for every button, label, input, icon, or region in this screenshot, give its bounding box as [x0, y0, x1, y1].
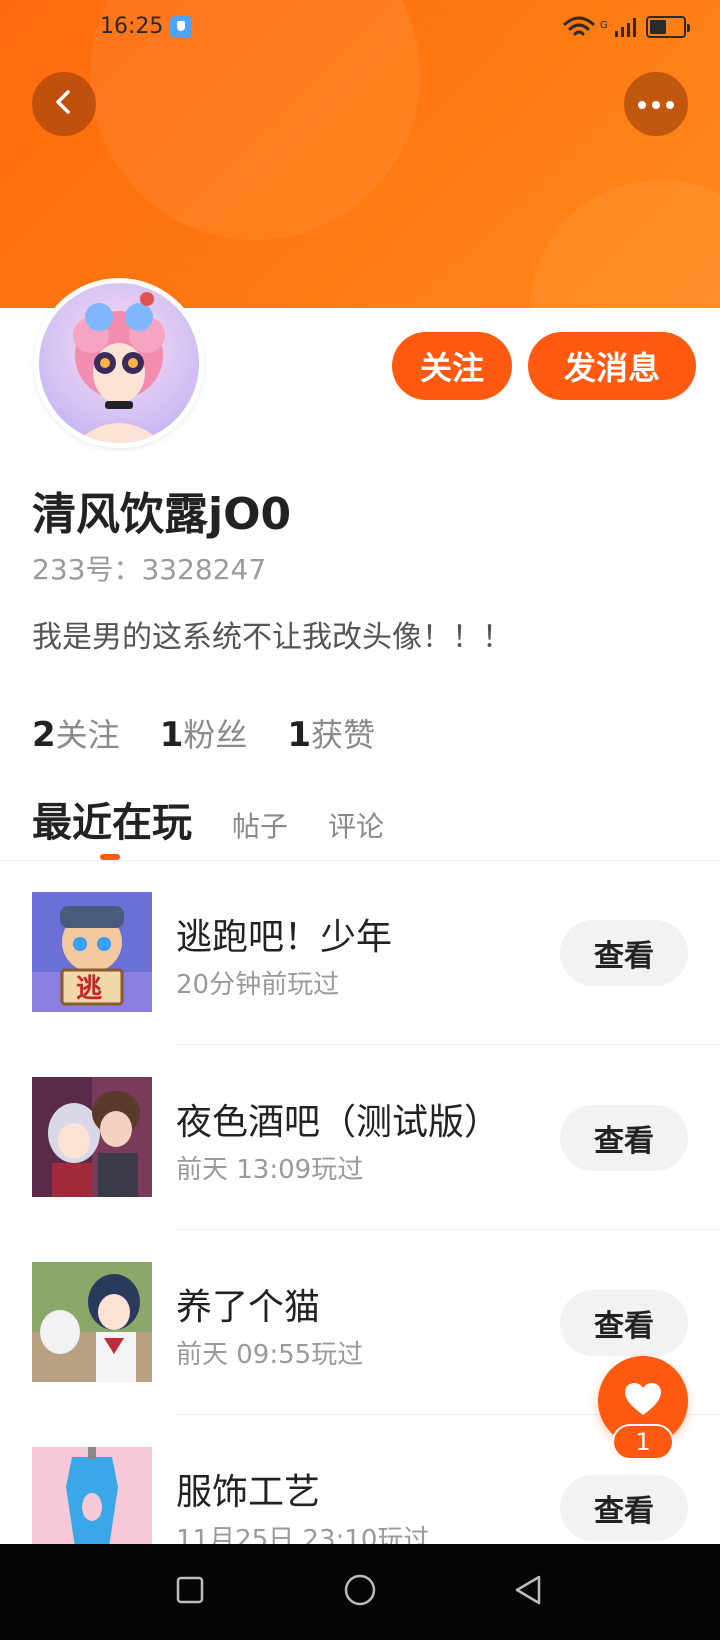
banner-decoration [530, 180, 720, 308]
stat-likes-label: 获赞 [311, 716, 376, 754]
more-dots-icon [636, 95, 676, 114]
follow-button[interactable]: 关注 [392, 332, 512, 400]
profile-stats: 2 关注 1 粉丝 1 获赞 [32, 710, 375, 756]
home-circle-icon [343, 1573, 377, 1611]
system-navigation-bar [0, 1544, 720, 1640]
stat-following-label: 关注 [55, 716, 120, 754]
game-thumbnail [32, 1262, 152, 1382]
game-thumbnail [32, 1077, 152, 1197]
status-time: 16:25 [100, 14, 164, 39]
signal-icon [614, 16, 640, 42]
back-triangle-icon [513, 1574, 543, 1610]
game-title: 夜色酒吧（测试版） [176, 1102, 501, 1143]
stat-likes[interactable]: 1 获赞 [287, 710, 375, 756]
stat-following[interactable]: 2 关注 [32, 710, 120, 756]
tab-posts[interactable]: 帖子 [232, 805, 288, 845]
home-button[interactable] [340, 1572, 380, 1612]
game-last-played: 20分钟前玩过 [176, 970, 340, 1000]
battery-icon [646, 16, 690, 38]
game-last-played: 前天 13:09玩过 [176, 1155, 364, 1185]
game-title: 服饰工艺 [176, 1472, 321, 1513]
view-game-button[interactable]: 查看 [560, 920, 688, 986]
send-message-button[interactable]: 发消息 [528, 332, 696, 400]
profile-tabs: 最近在玩 帖子 评论 [32, 790, 424, 860]
recent-games-list: 逃 逃跑吧！少年 20分钟前玩过 查看 夜色酒吧（测试版） 前天 13:09玩过… [0, 892, 720, 1632]
stat-followers-label: 粉丝 [183, 716, 248, 754]
user-id: 233号：3328247 [32, 553, 267, 586]
game-last-played: 前天 09:55玩过 [176, 1340, 364, 1370]
view-game-button[interactable]: 查看 [560, 1105, 688, 1171]
stat-followers[interactable]: 1 粉丝 [160, 710, 248, 756]
avatar[interactable] [34, 278, 204, 448]
tab-recently-played[interactable]: 最近在玩 [32, 790, 192, 860]
game-title: 养了个猫 [176, 1287, 321, 1328]
list-item[interactable]: 夜色酒吧（测试版） 前天 13:09玩过 查看 [0, 1077, 720, 1262]
stat-followers-count: 1 [159, 715, 184, 755]
like-count-badge: 1 [612, 1424, 674, 1460]
wifi-icon [563, 16, 595, 42]
heart-icon [623, 1381, 663, 1421]
list-divider [176, 1044, 720, 1045]
view-game-button[interactable]: 查看 [560, 1475, 688, 1541]
stat-following-count: 2 [32, 715, 56, 755]
tabs-divider [0, 860, 720, 861]
recents-square-icon [175, 1575, 205, 1609]
stat-likes-count: 1 [287, 715, 312, 755]
list-item[interactable]: 逃 逃跑吧！少年 20分钟前玩过 查看 [0, 892, 720, 1077]
chevron-left-icon [50, 88, 78, 120]
recents-button[interactable] [170, 1572, 210, 1612]
tab-comments[interactable]: 评论 [328, 805, 384, 845]
list-divider [176, 1229, 720, 1230]
shield-icon [170, 16, 192, 38]
more-options-button[interactable] [624, 72, 688, 136]
status-bar: 16:25 G [0, 0, 720, 56]
game-thumbnail: 逃 [32, 892, 152, 1012]
game-thumbnail-text: 逃 [76, 974, 103, 1004]
username: 清风饮露jO0 [32, 489, 292, 540]
tab-recently-played-label: 最近在玩 [32, 800, 192, 846]
back-button[interactable] [32, 72, 96, 136]
view-game-button[interactable]: 查看 [560, 1290, 688, 1356]
user-bio: 我是男的这系统不让我改头像！！！ [32, 620, 512, 655]
network-type-label: G [600, 20, 608, 31]
back-nav-button[interactable] [508, 1572, 548, 1612]
game-title: 逃跑吧！少年 [176, 917, 393, 958]
